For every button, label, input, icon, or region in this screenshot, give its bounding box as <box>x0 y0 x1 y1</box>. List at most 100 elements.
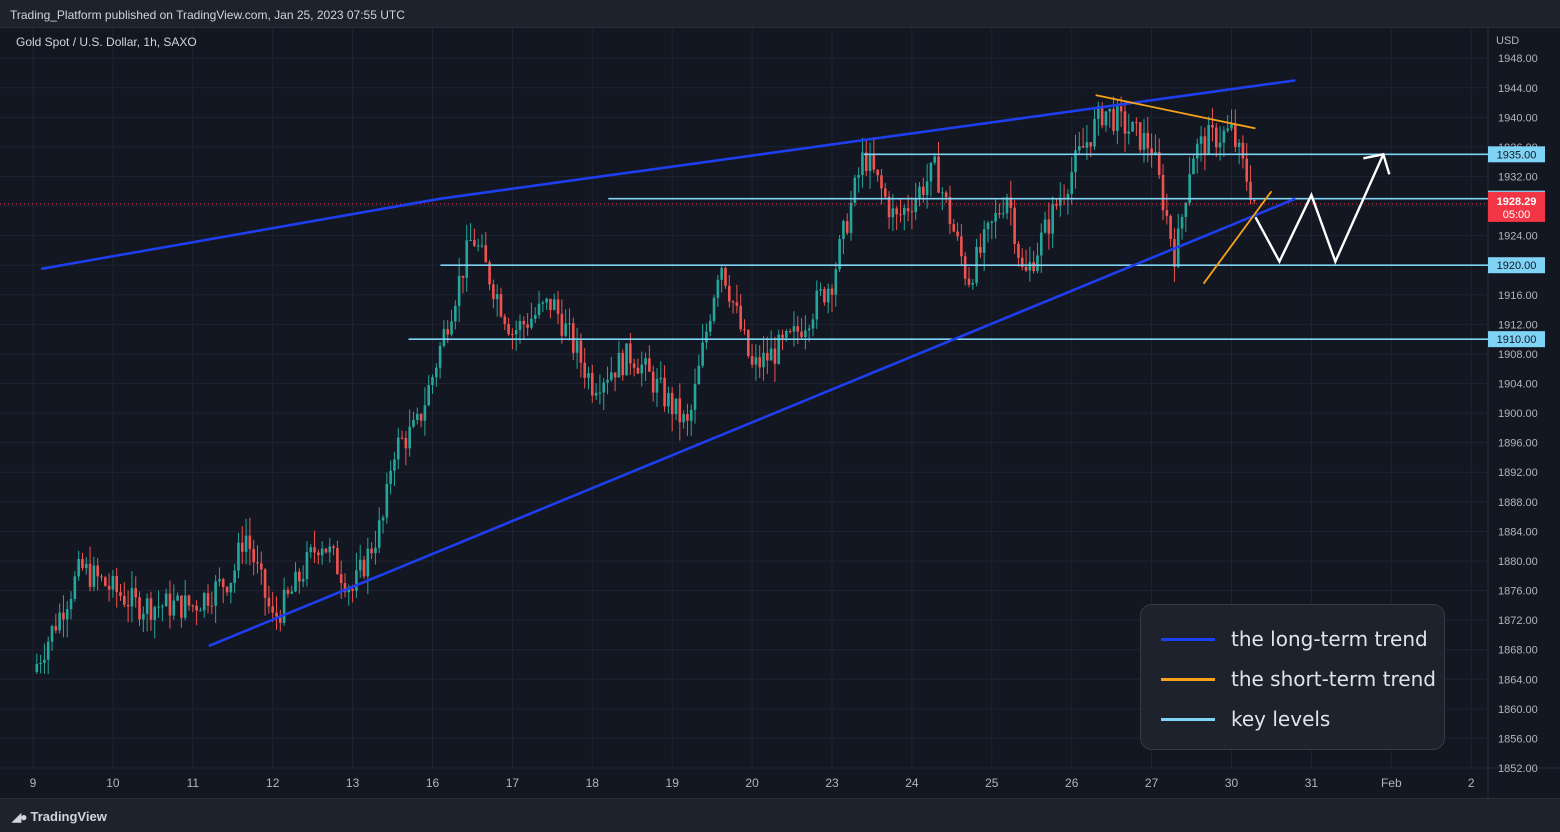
candle-body <box>119 592 122 596</box>
x-tick-label: 9 <box>30 776 37 790</box>
candle-body <box>351 588 354 591</box>
candle-body <box>541 302 545 304</box>
candle-body <box>73 576 77 599</box>
candle-body <box>598 392 602 394</box>
candle-body <box>883 188 887 197</box>
candle-body <box>941 192 944 194</box>
candle-body <box>1234 124 1237 147</box>
y-tick-label: 1912.00 <box>1498 319 1538 331</box>
candle-body <box>1218 142 1222 148</box>
candle-body <box>537 303 541 315</box>
candle-body <box>887 196 891 218</box>
candle-body <box>199 610 202 612</box>
candle-body <box>450 321 453 335</box>
candle-body <box>769 348 773 361</box>
candle-body <box>1195 143 1199 159</box>
candle-body <box>324 548 328 553</box>
key-level-label: 1920.00 <box>1497 260 1537 272</box>
candle-body <box>902 208 906 215</box>
candle-body <box>35 663 39 672</box>
candle-body <box>385 483 389 518</box>
candle-body <box>792 326 796 332</box>
tradingview-logo[interactable]: ◢● TradingView <box>12 809 107 824</box>
candle-body <box>811 319 815 329</box>
x-tick-label: 25 <box>985 776 999 790</box>
candle-body <box>499 294 503 317</box>
candle-body <box>408 426 411 449</box>
candle-body <box>1108 108 1112 112</box>
candle-body <box>693 384 697 410</box>
candle-body <box>526 324 529 328</box>
legend-item-key-levels: key levels <box>1161 707 1330 731</box>
candle-body <box>317 552 320 556</box>
candle-body <box>533 314 537 319</box>
x-tick-label: 12 <box>266 776 280 790</box>
y-tick-label: 1852.00 <box>1498 763 1538 775</box>
candle-body <box>1222 130 1226 143</box>
candle-body <box>476 245 480 247</box>
candle-body <box>967 278 971 285</box>
y-tick-label: 1880.00 <box>1498 556 1538 568</box>
candle-body <box>1119 106 1123 112</box>
candle-body <box>807 328 811 331</box>
candle-body <box>172 600 176 616</box>
x-tick-label: 2 <box>1468 776 1475 790</box>
candle-body <box>826 288 830 303</box>
candle-body <box>659 377 663 379</box>
y-tick-label: 1908.00 <box>1498 349 1538 361</box>
candle-body <box>720 267 723 280</box>
candle-body <box>982 229 986 253</box>
candle-body <box>682 414 685 423</box>
legend-label-short-trend: the short-term trend <box>1231 667 1436 691</box>
candle-body <box>263 569 267 598</box>
candle-body <box>552 299 556 310</box>
candle-body <box>568 323 571 325</box>
candle-body <box>1116 106 1119 131</box>
candle-body <box>206 593 210 606</box>
candle-body <box>514 330 518 335</box>
candle-body <box>290 591 294 594</box>
candle-body <box>1089 142 1093 147</box>
candle-body <box>758 357 762 368</box>
candle-body <box>606 379 609 383</box>
candle-body <box>229 582 233 593</box>
y-tick-label: 1944.00 <box>1498 83 1538 95</box>
candle-body <box>457 275 461 306</box>
candle-body <box>1203 136 1207 154</box>
y-tick-label: 1860.00 <box>1498 704 1538 716</box>
candle-body <box>587 373 590 378</box>
candle-body <box>431 377 434 386</box>
candle-body <box>210 605 214 607</box>
candle-body <box>237 542 240 571</box>
y-tick-label: 1872.00 <box>1498 615 1538 627</box>
candle-body <box>1058 198 1062 206</box>
candle-body <box>1051 203 1054 234</box>
candle-body <box>648 358 651 372</box>
candle-body <box>511 334 514 336</box>
candle-body <box>358 559 362 571</box>
candle-body <box>705 331 708 343</box>
key-level-label: 1910.00 <box>1497 334 1537 346</box>
candle-body <box>986 222 990 230</box>
candle-body <box>1241 142 1245 159</box>
candle-body <box>564 323 567 336</box>
candle-body <box>918 186 921 199</box>
legend-item-short-trend: the short-term trend <box>1161 667 1436 691</box>
candle-body <box>138 597 141 620</box>
candle-body <box>256 562 259 564</box>
candle-body <box>750 356 754 365</box>
candle-body <box>244 535 248 552</box>
candle-body <box>800 331 803 338</box>
candle-body <box>1253 199 1256 202</box>
candle-body <box>153 607 157 620</box>
candle-body <box>107 585 111 590</box>
legend-item-long-trend: the long-term trend <box>1161 627 1428 651</box>
candle-body <box>366 548 370 577</box>
candle-body <box>465 240 469 278</box>
candle-body <box>332 546 335 548</box>
candle-body <box>176 595 179 601</box>
candle-body <box>81 558 84 568</box>
candle-body <box>240 542 244 552</box>
candle-body <box>530 318 533 328</box>
candle-body <box>1032 262 1035 272</box>
